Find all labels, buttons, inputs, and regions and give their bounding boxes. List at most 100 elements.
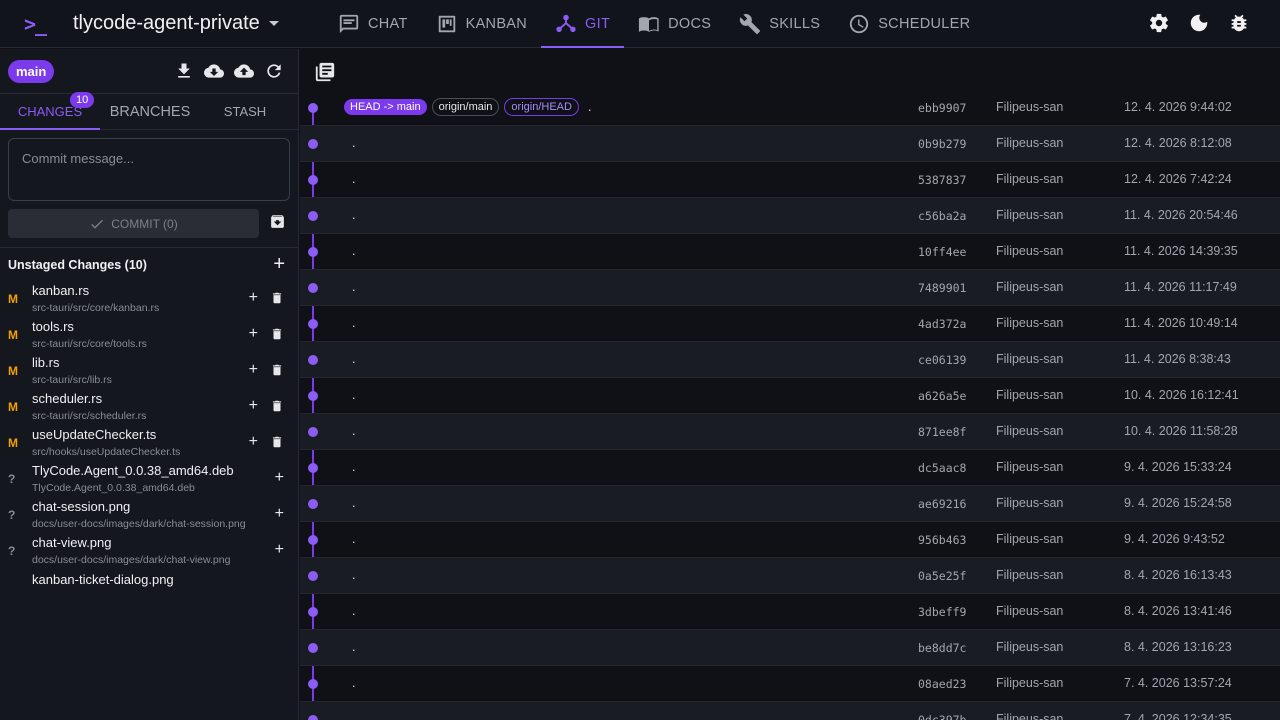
stage-file-button[interactable]: + <box>275 470 284 486</box>
tab-git[interactable]: GIT <box>541 0 625 48</box>
commit-row[interactable]: . 0dc397b Filipeus-san 7. 4. 2026 12:34:35 <box>300 702 1280 720</box>
commit-author: Filipeus-san <box>996 460 1064 474</box>
commit-node <box>308 355 318 365</box>
commit-date: 7. 4. 2026 13:57:24 <box>1124 676 1232 690</box>
commit-row[interactable]: . 0b9b279 Filipeus-san 12. 4. 2026 8:12:08 <box>300 126 1280 162</box>
file-row-scheduler-rs[interactable]: M scheduler.rs src-tauri/src/scheduler.rs… <box>0 389 298 425</box>
commit-row[interactable]: . 08aed23 Filipeus-san 7. 4. 2026 13:57:24 <box>300 666 1280 702</box>
tab-changes[interactable]: CHANGES 10 <box>0 92 100 130</box>
stage-file-button[interactable]: + <box>275 506 284 522</box>
commit-row[interactable]: . ae69216 Filipeus-san 9. 4. 2026 15:24:58 <box>300 486 1280 522</box>
commit-row[interactable]: . 3dbeff9 Filipeus-san 8. 4. 2026 13:41:46 <box>300 594 1280 630</box>
commit-row[interactable]: . 0a5e25f Filipeus-san 8. 4. 2026 16:13:43 <box>300 558 1280 594</box>
commit-message: . <box>352 316 356 330</box>
file-row-lib-rs[interactable]: M lib.rs src-tauri/src/lib.rs + <box>0 353 298 389</box>
commit-message: . <box>352 496 356 510</box>
commit-row[interactable]: . 4ad372a Filipeus-san 11. 4. 2026 10:49:14 <box>300 306 1280 342</box>
stage-file-button[interactable]: + <box>249 290 258 306</box>
stash-button[interactable] <box>269 213 286 235</box>
tab-kanban[interactable]: KANBAN <box>422 0 541 48</box>
stage-file-button[interactable]: + <box>249 398 258 414</box>
commit-author: Filipeus-san <box>996 676 1064 690</box>
commit-node <box>308 139 318 149</box>
stage-file-button[interactable]: + <box>249 362 258 378</box>
gear-icon[interactable] <box>1148 12 1170 34</box>
docs-icon <box>639 17 659 32</box>
commit-node <box>308 427 318 437</box>
unstaged-header: Unstaged Changes (10) + <box>0 247 298 281</box>
tab-branches[interactable]: BRANCHES <box>100 94 200 129</box>
commit-date: 12. 4. 2026 7:42:24 <box>1124 172 1232 186</box>
trash-icon[interactable] <box>270 363 284 377</box>
commit-date: 8. 4. 2026 16:13:43 <box>1124 568 1232 582</box>
current-branch-chip[interactable]: main <box>8 59 55 83</box>
file-row-kanban-ticket-dialog[interactable]: kanban-ticket-dialog.png <box>0 569 298 605</box>
commit-date: 11. 4. 2026 10:49:14 <box>1124 316 1238 330</box>
commit-message-input[interactable]: Commit message... <box>8 138 290 201</box>
stage-file-button[interactable]: + <box>249 326 258 342</box>
commit-message: . <box>587 100 592 114</box>
trash-icon[interactable] <box>270 327 284 341</box>
stage-all-button[interactable]: + <box>273 253 290 276</box>
commit-hash: 956b463 <box>918 533 967 547</box>
commit-row[interactable]: . 10ff4ee Filipeus-san 11. 4. 2026 14:39:35 <box>300 234 1280 270</box>
kanban-icon <box>438 15 455 33</box>
tab-chat[interactable]: CHAT <box>324 0 422 48</box>
trash-icon[interactable] <box>270 291 284 305</box>
file-row-chat-view[interactable]: ? chat-view.png docs/user-docs/images/dar… <box>0 533 298 569</box>
commit-hash: 5387837 <box>918 173 967 187</box>
commit-row[interactable]: . 956b463 Filipeus-san 9. 4. 2026 9:43:52 <box>300 522 1280 558</box>
ref-labels: HEAD -> main origin/main origin/HEAD. <box>344 98 591 116</box>
bug-icon[interactable] <box>1228 12 1250 34</box>
file-row-tools-rs[interactable]: M tools.rs src-tauri/src/core/tools.rs + <box>0 317 298 353</box>
clock-icon <box>850 14 869 34</box>
file-row-use-update-checker[interactable]: M useUpdateChecker.ts src/hooks/useUpdate… <box>0 425 298 461</box>
tab-skills[interactable]: SKILLS <box>725 0 834 48</box>
file-row-chat-session[interactable]: ? chat-session.png docs/user-docs/images/… <box>0 497 298 533</box>
commit-node <box>308 607 318 617</box>
cloud-download-icon[interactable] <box>204 61 224 81</box>
commit-author: Filipeus-san <box>996 352 1064 366</box>
commit-node <box>308 391 318 401</box>
commit-button[interactable]: COMMIT (0) <box>8 209 259 238</box>
tab-stash[interactable]: STASH <box>200 94 290 129</box>
file-row-deb[interactable]: ? TlyCode.Agent_0.0.38_amd64.deb TlyCode.… <box>0 461 298 497</box>
trash-icon[interactable] <box>270 435 284 449</box>
commit-node <box>308 571 318 581</box>
file-name: TlyCode.Agent_0.0.38_amd64.deb <box>32 463 234 479</box>
commit-hash: 0b9b279 <box>918 137 967 151</box>
cloud-upload-icon[interactable] <box>234 61 254 81</box>
commit-row[interactable]: . dc5aac8 Filipeus-san 9. 4. 2026 15:33:24 <box>300 450 1280 486</box>
log-toolbar <box>300 49 1280 90</box>
stage-file-button[interactable]: + <box>275 542 284 558</box>
commit-row[interactable]: . ce06139 Filipeus-san 11. 4. 2026 8:38:43 <box>300 342 1280 378</box>
tab-docs[interactable]: DOCS <box>624 0 725 48</box>
tab-scheduler[interactable]: SCHEDULER <box>834 0 984 48</box>
trash-icon[interactable] <box>270 399 284 413</box>
copy-log-icon[interactable] <box>314 61 336 83</box>
download-icon[interactable] <box>174 61 194 81</box>
commit-row[interactable]: . a626a5e Filipeus-san 10. 4. 2026 16:12:41 <box>300 378 1280 414</box>
commit-message: . <box>352 676 356 690</box>
commit-row[interactable]: . 7489901 Filipeus-san 11. 4. 2026 11:17:49 <box>300 270 1280 306</box>
commit-node <box>308 175 318 185</box>
status-untracked: ? <box>8 472 16 486</box>
moon-icon[interactable] <box>1188 12 1210 34</box>
file-row-kanban-rs[interactable]: M kanban.rs src-tauri/src/core/kanban.rs … <box>0 281 298 317</box>
file-name: tools.rs <box>32 319 74 335</box>
commit-row[interactable]: . 871ee8f Filipeus-san 10. 4. 2026 11:58:28 <box>300 414 1280 450</box>
status-untracked: ? <box>8 544 16 558</box>
commit-row[interactable]: . 5387837 Filipeus-san 12. 4. 2026 7:42:24 <box>300 162 1280 198</box>
commit-message: . <box>352 352 356 366</box>
commit-row[interactable]: HEAD -> main origin/main origin/HEAD. ebb99… <box>300 90 1280 126</box>
stage-file-button[interactable]: + <box>249 434 258 450</box>
status-modified: M <box>8 292 18 306</box>
commit-author: Filipeus-san <box>996 100 1064 114</box>
commit-row[interactable]: . c56ba2a Filipeus-san 11. 4. 2026 20:54:46 <box>300 198 1280 234</box>
commit-row[interactable]: . be8dd7c Filipeus-san 8. 4. 2026 13:16:23 <box>300 630 1280 666</box>
refresh-icon[interactable] <box>264 61 284 81</box>
status-untracked: ? <box>8 508 16 522</box>
project-switcher[interactable]: >_ tlycode-agent-private <box>0 0 300 48</box>
chevron-down-icon <box>268 21 279 26</box>
archive-icon <box>271 214 284 228</box>
